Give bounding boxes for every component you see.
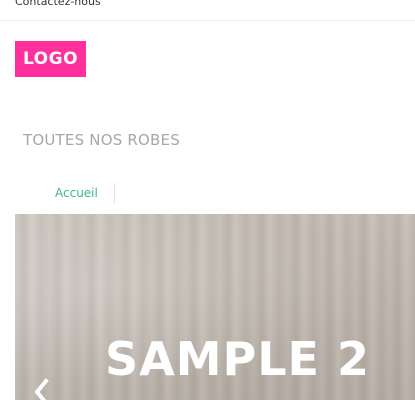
slide-title: SAMPLE 2	[105, 332, 370, 386]
breadcrumb-home-link[interactable]: Accueil	[55, 186, 98, 200]
contact-link[interactable]: Contactez-nous	[15, 0, 101, 8]
breadcrumb: Accueil	[55, 182, 115, 204]
breadcrumb-divider	[113, 183, 115, 203]
image-slider[interactable]: SAMPLE 2	[15, 214, 415, 400]
logo[interactable]: LOGO	[15, 41, 86, 77]
page-title: TOUTES NOS ROBES	[23, 131, 180, 149]
chevron-left-icon[interactable]	[29, 377, 53, 400]
top-bar: Contactez-nous	[0, 0, 415, 21]
